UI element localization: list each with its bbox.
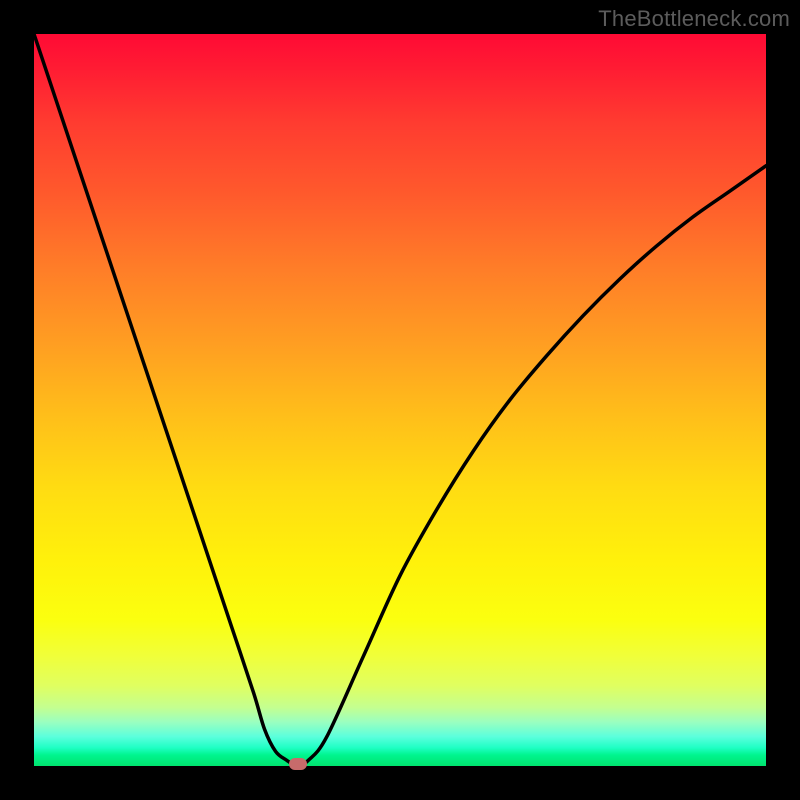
chart-frame: TheBottleneck.com [0, 0, 800, 800]
curve-path [34, 34, 766, 766]
watermark-text: TheBottleneck.com [598, 6, 790, 32]
minimum-marker [289, 758, 307, 770]
bottleneck-curve [34, 34, 766, 766]
chart-plot-area [34, 34, 766, 766]
